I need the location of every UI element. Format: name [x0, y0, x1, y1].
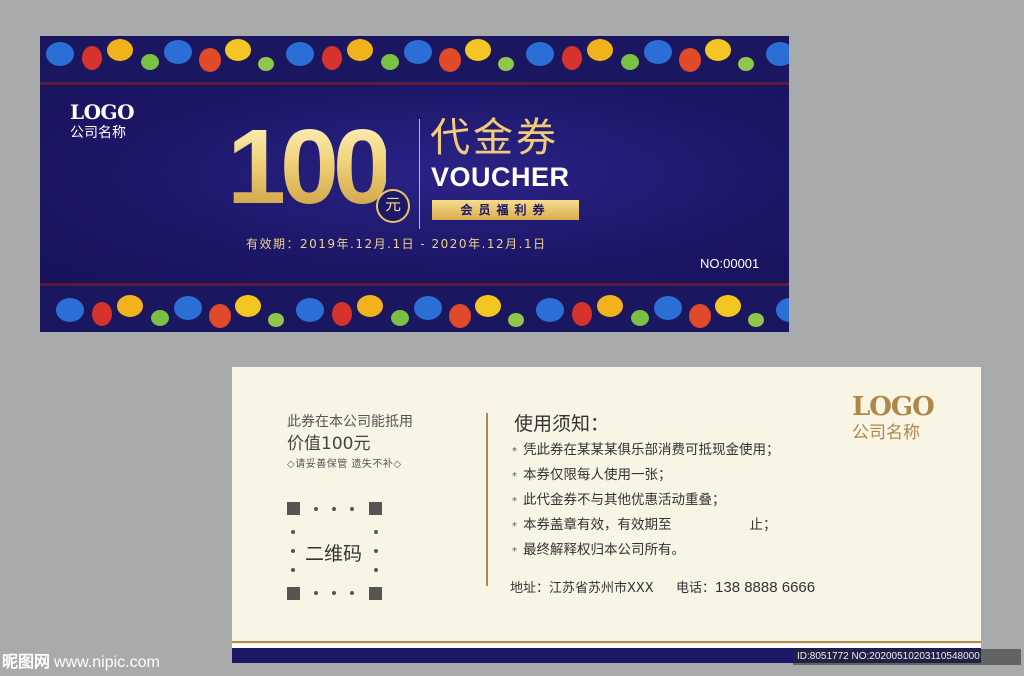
floral-border-top	[40, 36, 789, 82]
rule-text: 此代金券不与其他优惠活动重叠；	[523, 492, 726, 508]
bullet-icon: *	[512, 546, 517, 557]
rules-list: * 凭此券在某某某俱乐部消费可抵现金使用； * 本券仅限每人使用一张； * 此代金券不…	[512, 439, 780, 564]
rule-item: * 此代金券不与其他优惠活动重叠；	[512, 489, 780, 514]
voucher-amount: 100	[227, 108, 392, 226]
rule-item: * 本券盖章有效，有效期至 止；	[512, 514, 780, 539]
validity-period: 有效期：2019年.12月.1日 - 2020年.12月.1日	[246, 237, 547, 251]
phone: 电话：138 8888 6666	[676, 577, 815, 596]
voucher-front-band	[40, 82, 789, 286]
qr-dot	[350, 507, 354, 511]
qr-dot	[291, 530, 295, 534]
qr-dot	[332, 507, 336, 511]
voucher-back: 此券在本公司能抵用 价值100元 ◇请妥善保管 遗失不补◇ 二维码 使用须知： …	[232, 367, 981, 663]
voucher-title-en: VOUCHER	[431, 162, 570, 192]
watermark-site: 昵图网 www.nipic.com	[2, 648, 160, 672]
qr-dot	[374, 549, 378, 553]
phone-number: 138 8888 6666	[715, 579, 816, 596]
bullet-icon: *	[512, 446, 517, 457]
watermark-site-url: www.nipic.com	[54, 654, 160, 671]
redeem-value: 价值100元	[287, 434, 371, 454]
currency-badge: 元	[376, 189, 410, 223]
serial-number: NO:00001	[700, 256, 760, 271]
back-logo: LOGO 公司名称	[852, 392, 935, 443]
bullet-icon: *	[512, 471, 517, 482]
qr-dot	[314, 507, 318, 511]
rule-text: 凭此券在某某某俱乐部消费可抵现金使用；	[523, 442, 780, 458]
footer-stripe-gold	[232, 641, 981, 643]
rule-item: * 最终解释权归本公司所有。	[512, 539, 780, 564]
qr-dot	[291, 549, 295, 553]
qr-dot	[332, 591, 336, 595]
qr-corner	[369, 502, 382, 515]
qr-label: 二维码	[305, 543, 363, 565]
qr-dot	[291, 568, 295, 572]
watermark-image-id: ID:8051772 NO:20200510203110548000	[793, 649, 1021, 665]
address: 地址：江苏省苏州市XXX	[510, 581, 654, 596]
company-name: 公司名称	[70, 125, 126, 141]
redeem-text: 此券在本公司能抵用	[287, 414, 413, 430]
logo-text: LOGO	[70, 100, 135, 124]
rule-item: * 本券仅限每人使用一张；	[512, 464, 780, 489]
qr-dot	[350, 591, 354, 595]
front-logo: LOGO 公司名称	[70, 100, 135, 142]
rule-text: 本券仅限每人使用一张；	[523, 467, 672, 483]
bullet-icon: *	[512, 496, 517, 507]
qr-dot	[374, 568, 378, 572]
voucher-front: LOGO 公司名称 100 元 代金券 VOUCHER 会员福利券 有效期：20…	[40, 36, 789, 332]
back-divider	[486, 413, 488, 586]
watermark-site-name: 昵图网	[2, 652, 51, 671]
member-tag: 会员福利券	[432, 200, 579, 220]
keep-note: ◇请妥善保管 遗失不补◇	[287, 459, 402, 470]
qr-corner	[287, 502, 300, 515]
qr-corner	[287, 587, 300, 600]
qr-dot	[314, 591, 318, 595]
rule-text: 最终解释权归本公司所有。	[523, 542, 685, 558]
floral-border-bottom	[40, 286, 789, 332]
rule-text-end: 止；	[749, 517, 777, 533]
qr-corner	[369, 587, 382, 600]
rules-title: 使用须知：	[514, 413, 610, 435]
voucher-title-cn: 代金券	[430, 115, 559, 161]
rule-text: 本券盖章有效，有效期至	[523, 517, 672, 533]
bullet-icon: *	[512, 521, 517, 532]
qr-dot	[374, 530, 378, 534]
phone-label: 电话：	[676, 581, 716, 596]
rule-item: * 凭此券在某某某俱乐部消费可抵现金使用；	[512, 439, 780, 464]
qr-code-placeholder: 二维码	[287, 502, 382, 600]
title-divider	[419, 119, 420, 229]
